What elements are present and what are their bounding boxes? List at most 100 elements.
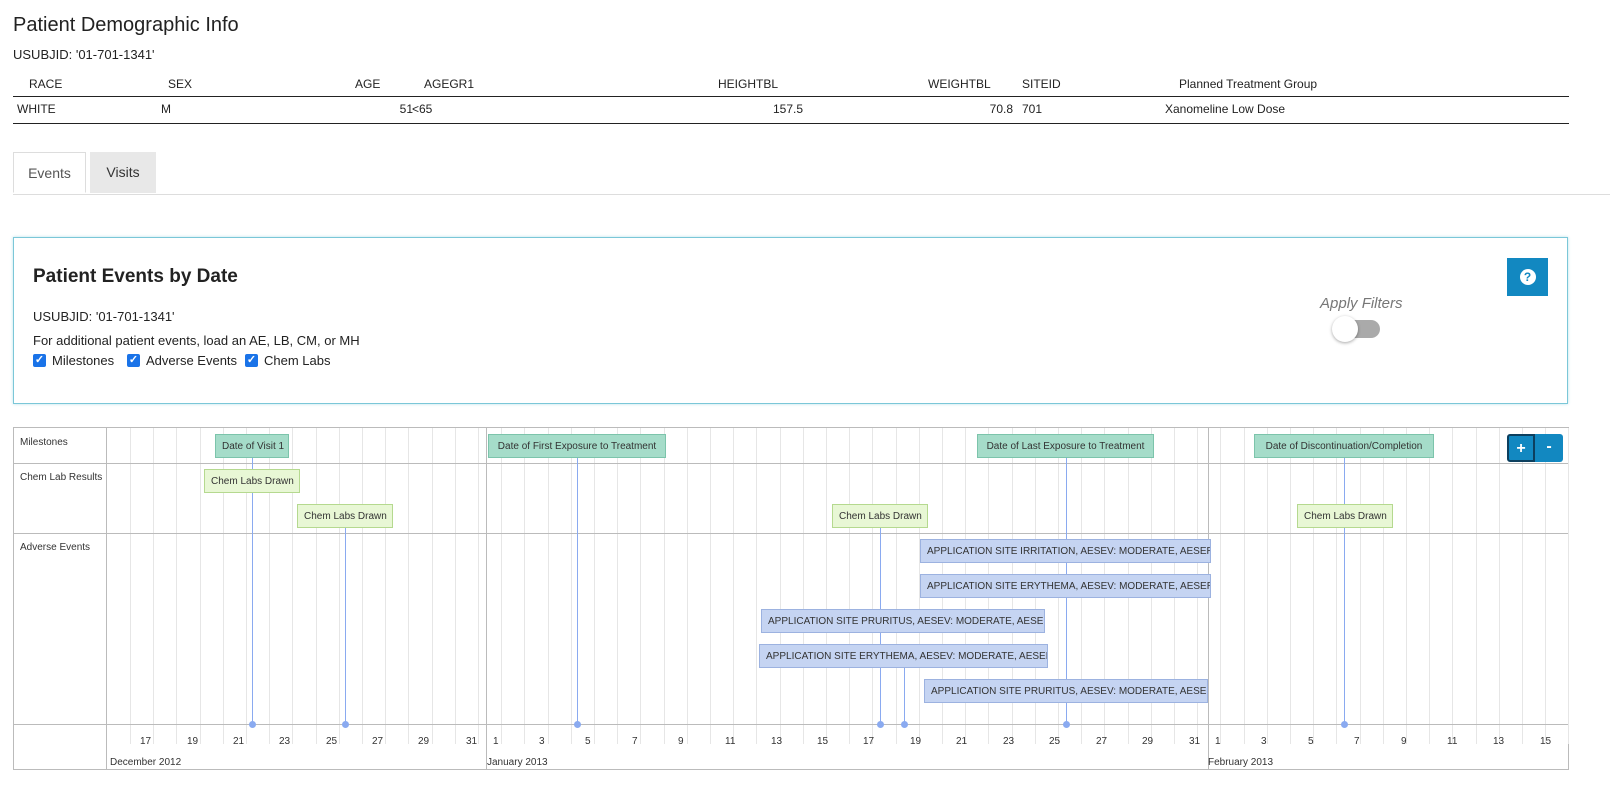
event-dot[interactable] bbox=[1341, 721, 1348, 728]
adverse-event-item[interactable]: APPLICATION SITE PRURITUS, AESEV: MODERA… bbox=[761, 609, 1045, 633]
event-dot[interactable] bbox=[342, 721, 349, 728]
milestone-item[interactable]: Date of First Exposure to Treatment bbox=[488, 434, 666, 458]
col-header-weightbl[interactable]: WEIGHTBL bbox=[928, 77, 991, 91]
chem-lab-item[interactable]: Chem Labs Drawn bbox=[204, 469, 300, 493]
date-tick-label: 5 bbox=[585, 736, 591, 747]
question-circle-icon: ? bbox=[1519, 269, 1536, 285]
panel-usubjid: USUBJID: '01-701-1341' bbox=[33, 309, 175, 324]
date-tick-label: 31 bbox=[466, 736, 478, 747]
chem-lab-item[interactable]: Chem Labs Drawn bbox=[832, 504, 928, 528]
cell-agegr1: <65 bbox=[412, 102, 433, 116]
date-tick-label: 17 bbox=[863, 736, 875, 747]
date-tick-label: 15 bbox=[1540, 736, 1552, 747]
milestone-item[interactable]: Date of Last Exposure to Treatment bbox=[977, 434, 1154, 458]
toggle-knob[interactable] bbox=[1332, 316, 1358, 342]
checkbox-checked-icon[interactable]: ✓ bbox=[245, 354, 258, 367]
chem-lab-item[interactable]: Chem Labs Drawn bbox=[297, 504, 393, 528]
checkbox-chem-labs[interactable]: ✓ Chem Labs bbox=[245, 353, 330, 368]
day-gridline bbox=[501, 428, 502, 744]
day-gridline bbox=[1406, 428, 1407, 744]
event-dot[interactable] bbox=[249, 721, 256, 728]
chem-lab-item[interactable]: Chem Labs Drawn bbox=[1297, 504, 1393, 528]
milestone-item[interactable]: Date of Discontinuation/Completion bbox=[1254, 434, 1434, 458]
checkbox-label: Adverse Events bbox=[146, 353, 238, 368]
date-tick-label: 11 bbox=[1447, 736, 1458, 747]
tab-visits[interactable]: Visits bbox=[90, 152, 156, 193]
adverse-event-item[interactable]: APPLICATION SITE PRURITUS, AESEV: MODERA… bbox=[924, 679, 1208, 703]
checkbox-milestones[interactable]: ✓ Milestones bbox=[33, 353, 114, 368]
day-gridline bbox=[1313, 428, 1314, 744]
day-gridline bbox=[1383, 428, 1384, 744]
day-gridline bbox=[1522, 428, 1523, 744]
date-tick-label: 21 bbox=[956, 736, 968, 747]
day-gridline bbox=[1545, 428, 1546, 744]
date-tick-label: 9 bbox=[678, 736, 684, 747]
cell-sex: M bbox=[161, 102, 171, 116]
zoom-out-button[interactable]: - bbox=[1535, 434, 1563, 462]
date-tick-label: 19 bbox=[187, 736, 199, 747]
col-header-sex[interactable]: SEX bbox=[168, 77, 192, 91]
help-button[interactable]: ? bbox=[1507, 258, 1548, 296]
milestone-item[interactable]: Date of Visit 1 bbox=[215, 434, 289, 458]
day-gridline bbox=[1476, 428, 1477, 744]
day-gridline bbox=[408, 428, 409, 744]
cell-weightbl: 70.8 bbox=[989, 102, 1013, 116]
month-gridline bbox=[1208, 428, 1209, 770]
checkbox-checked-icon[interactable]: ✓ bbox=[127, 354, 140, 367]
day-gridline bbox=[571, 428, 572, 744]
month-label: December 2012 bbox=[110, 757, 182, 768]
day-gridline bbox=[1290, 428, 1291, 744]
usubjid-label: USUBJID: '01-701-1341' bbox=[13, 47, 155, 62]
col-header-age[interactable]: AGE bbox=[355, 77, 380, 91]
date-tick-label: 3 bbox=[539, 736, 545, 747]
day-gridline bbox=[826, 428, 827, 744]
col-header-treatment[interactable]: Planned Treatment Group bbox=[1179, 77, 1317, 91]
adverse-event-item[interactable]: APPLICATION SITE ERYTHEMA, AESEV: MODERA… bbox=[920, 574, 1211, 598]
day-gridline bbox=[478, 428, 479, 744]
col-header-agegr1[interactable]: AGEGR1 bbox=[424, 77, 474, 91]
day-gridline bbox=[1267, 428, 1268, 744]
event-dot[interactable] bbox=[1063, 721, 1070, 728]
col-header-siteid[interactable]: SITEID bbox=[1022, 77, 1061, 91]
date-tick-label: 29 bbox=[1142, 736, 1154, 747]
adverse-event-item[interactable]: APPLICATION SITE IRRITATION, AESEV: MODE… bbox=[920, 539, 1211, 563]
date-tick-label: 29 bbox=[418, 736, 430, 747]
day-gridline bbox=[687, 428, 688, 744]
day-gridline bbox=[339, 428, 340, 744]
day-gridline bbox=[1429, 428, 1430, 744]
date-tick-label: 9 bbox=[1401, 736, 1407, 747]
label-column-divider bbox=[106, 428, 107, 770]
tab-bar: Events Visits bbox=[13, 152, 1610, 195]
day-gridline bbox=[780, 428, 781, 744]
date-tick-label: 7 bbox=[1354, 736, 1360, 747]
col-header-heightbl[interactable]: HEIGHTBL bbox=[718, 77, 778, 91]
date-tick-label: 25 bbox=[1049, 736, 1061, 747]
day-gridline bbox=[548, 428, 549, 744]
date-tick-label: 25 bbox=[326, 736, 338, 747]
zoom-in-button[interactable]: + bbox=[1507, 434, 1535, 462]
day-gridline bbox=[153, 428, 154, 744]
cell-race: WHITE bbox=[17, 102, 56, 116]
event-dot[interactable] bbox=[877, 721, 884, 728]
event-dot[interactable] bbox=[574, 721, 581, 728]
apply-filters-toggle[interactable] bbox=[1332, 316, 1380, 342]
group-label-chem-labs: Chem Lab Results bbox=[20, 472, 103, 483]
day-gridline bbox=[200, 428, 201, 744]
col-header-race[interactable]: RACE bbox=[29, 77, 62, 91]
event-dot[interactable] bbox=[901, 721, 908, 728]
tab-events[interactable]: Events bbox=[13, 152, 86, 193]
day-gridline bbox=[594, 428, 595, 744]
adverse-event-item[interactable]: APPLICATION SITE ERYTHEMA, AESEV: MODERA… bbox=[759, 644, 1048, 668]
date-tick-label: 21 bbox=[233, 736, 245, 747]
group-label-milestones: Milestones bbox=[20, 437, 68, 448]
day-gridline bbox=[872, 428, 873, 744]
event-connector bbox=[345, 528, 346, 724]
event-connector bbox=[252, 458, 253, 724]
checkbox-checked-icon[interactable]: ✓ bbox=[33, 354, 46, 367]
group-label-adverse-events: Adverse Events bbox=[20, 542, 91, 553]
day-gridline bbox=[664, 428, 665, 744]
checkbox-adverse-events[interactable]: ✓ Adverse Events bbox=[127, 353, 237, 368]
day-gridline bbox=[617, 428, 618, 744]
date-tick-label: 19 bbox=[910, 736, 922, 747]
day-gridline bbox=[1568, 428, 1569, 744]
